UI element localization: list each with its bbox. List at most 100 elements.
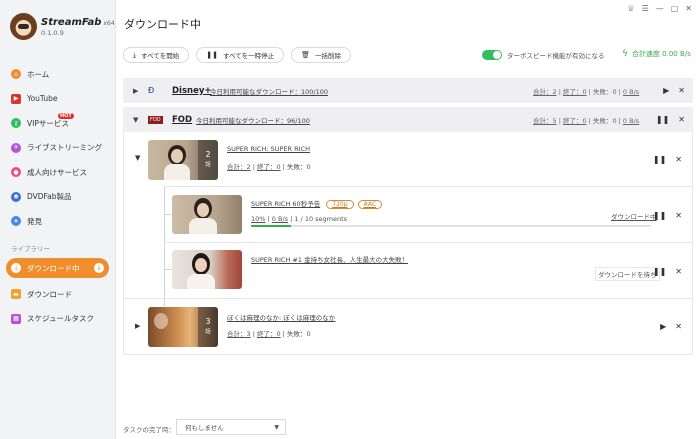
sloth-logo-icon [10,13,37,40]
close-icon[interactable]: ✕ [675,267,682,276]
stat-fail: 失敗：0 [286,163,311,171]
episode-title[interactable]: SUPER RICH #1 金持ち女社長、人生最大の大失敗！ [251,254,408,264]
pause-all-label: すべてを一時停止 [223,52,275,60]
vip-key-icon: ⚷ [11,118,21,129]
main-nav: ⌂ ホーム ▶ YouTube ⚷ VIPサービス HOT ✈ ライブストリーミ… [0,62,116,234]
episode-title[interactable]: SUPER RICH 60秒予告 [251,200,320,208]
sidebar-item-downloading[interactable]: ↓ ダウンロード中 ↓ [6,258,109,278]
group-stats: 合計：5 | 終了：0 | 失敗：0 | 0 B/s [533,116,640,125]
schedule-icon: ▦ [11,313,21,324]
group-name[interactable]: FOD [172,115,192,125]
sidebar-item-label: ライブストリーミング [27,143,102,153]
downloading-icon: ↓ [11,263,21,273]
sidebar-item-youtube[interactable]: ▶ YouTube [0,87,116,112]
hot-badge: HOT [58,113,74,119]
series-thumbnail: 2話 [148,140,218,180]
pause-icon[interactable]: ❚❚ [653,267,666,276]
select-value: 何もしません [185,424,224,432]
episode-count: 3 [205,317,211,326]
close-icon[interactable]: ✕ [678,115,685,124]
stat-done: 終了：0 [256,330,281,338]
sidebar-item-label: VIPサービス [27,118,69,128]
item-controls: ▶ ✕ [660,322,682,331]
task-complete-select[interactable]: 何もしません ▼ [176,419,286,435]
play-icon[interactable]: ▶ [660,322,666,331]
group-name[interactable]: Disney+ [172,86,212,96]
turbo-toggle[interactable] [482,50,502,60]
segments: 1 / 10 segments [294,215,348,223]
group-quota: 今日利用可能なダウンロード：100/100 [210,87,329,96]
close-icon[interactable]: ✕ [675,155,682,164]
chevron-right-icon[interactable]: ▶ [133,87,138,95]
status-label: ダウンロード中 [611,213,657,221]
sidebar-item-adult[interactable]: ● 成人向けサービス [0,160,116,185]
item-controls: ❚❚ ✕ [653,155,682,164]
stat-fail: 失敗：0 [592,87,617,96]
menu-icon[interactable]: ☰ [642,4,649,13]
stat-speed: 0 B/s [622,116,640,125]
sidebar-item-home[interactable]: ⌂ ホーム [0,62,116,87]
series-stats: 合計：3 | 終了：0 | 失敗：0 [227,330,311,338]
toolbar: ⤓ すべてを開始 ❚❚ すべてを一時停止 🗑 一括削除 [123,47,352,63]
group-controls: ❚❚ ✕ [656,115,685,124]
sidebar-item-discover[interactable]: ✦ 発見 [0,209,116,234]
stat-fail: 失敗：0 [286,330,311,338]
stat-done: 終了：0 [256,163,281,171]
sidebar-item-schedule[interactable]: ▦ スケジュールタスク [0,307,116,332]
fod-items-panel: ▼ 2話 SUPER RICH: SUPER RICH 合計：2 | 終了：0 … [123,131,693,355]
sidebar-item-label: ダウンロード [27,289,72,299]
sidebar-item-dvdfab[interactable]: ◉ DVDFab製品 [0,185,116,210]
disney-logo-icon: Ð [148,86,155,95]
pause-icon[interactable]: ❚❚ [653,211,666,220]
chevron-down-icon[interactable]: ▼ [133,116,138,124]
maximize-icon[interactable]: ▢ [671,4,679,13]
sidebar-item-live[interactable]: ✈ ライブストリーミング [0,136,116,161]
pause-all-button[interactable]: ❚❚ すべてを一時停止 [196,47,285,63]
minimize-icon[interactable]: — [656,4,664,13]
library-nav: ↓ ダウンロード中 ↓ ▬ ダウンロード ▦ スケジュールタスク [0,258,116,331]
episode-thumbnail [172,250,242,289]
brand-name: StreamFab [41,16,102,28]
download-badge-icon: ↓ [94,263,104,273]
group-controls: ▶ ✕ [663,86,685,95]
brand-arch: x64 [103,19,115,27]
chevron-right-icon[interactable]: ▶ [135,322,140,330]
delete-all-label: 一括削除 [315,52,342,60]
pause-icon[interactable]: ❚❚ [656,115,669,124]
series-stats: 合計：2 | 終了：0 | 失敗：0 [227,163,311,171]
sidebar-item-label: ダウンロード中 [27,263,80,273]
live-icon: ✈ [11,142,21,153]
progress-percent: 10% [251,215,266,223]
stat-done: 終了：0 [562,116,587,125]
total-speed-label: 合計速度 0.00 B/s [631,50,691,58]
chevron-down-icon[interactable]: ▼ [135,154,140,162]
pause-icon[interactable]: ❚❚ [653,155,666,164]
episode-title-line: SUPER RICH 60秒予告 720p AAC [251,198,383,209]
close-icon[interactable]: ✕ [675,211,682,220]
dvdfab-icon: ◉ [11,191,21,202]
audio-tag[interactable]: AAC [357,200,383,209]
skin-icon[interactable]: ♕ [627,4,634,13]
close-icon[interactable]: ✕ [678,86,685,95]
start-all-button[interactable]: ⤓ すべてを開始 [123,47,190,63]
discover-icon: ✦ [11,216,21,227]
play-icon[interactable]: ▶ [663,86,669,95]
folder-icon: ▬ [11,289,21,300]
sidebar-item-label: 成人向けサービス [27,167,87,177]
series-title[interactable]: SUPER RICH: SUPER RICH [227,145,310,153]
series-thumbnail: 3話 [148,307,218,347]
chevron-down-icon: ▼ [274,424,279,431]
series-title[interactable]: ぼくは麻理のなか: ぼくは麻理のなか [227,312,335,322]
close-icon[interactable]: ✕ [685,4,692,13]
sidebar-item-downloaded[interactable]: ▬ ダウンロード [0,282,116,307]
progress-fill [251,225,291,227]
window-controls: ♕ ☰ — ▢ ✕ [627,4,692,13]
close-icon[interactable]: ✕ [675,322,682,331]
delete-all-button[interactable]: 🗑 一括削除 [291,47,352,63]
quality-tag[interactable]: 720p [326,200,354,209]
task-complete-label: タスクの完了時： [123,426,175,434]
total-speed: ϟ 合計速度 0.00 B/s [622,49,691,59]
sidebar-item-vip[interactable]: ⚷ VIPサービス HOT [0,111,116,136]
group-fod[interactable]: ▼ FOD FOD 今日利用可能なダウンロード：96/100 合計：5 | 終了… [123,107,693,132]
group-disney[interactable]: ▶ Ð Disney+ 今日利用可能なダウンロード：100/100 合計：2 |… [123,78,693,103]
